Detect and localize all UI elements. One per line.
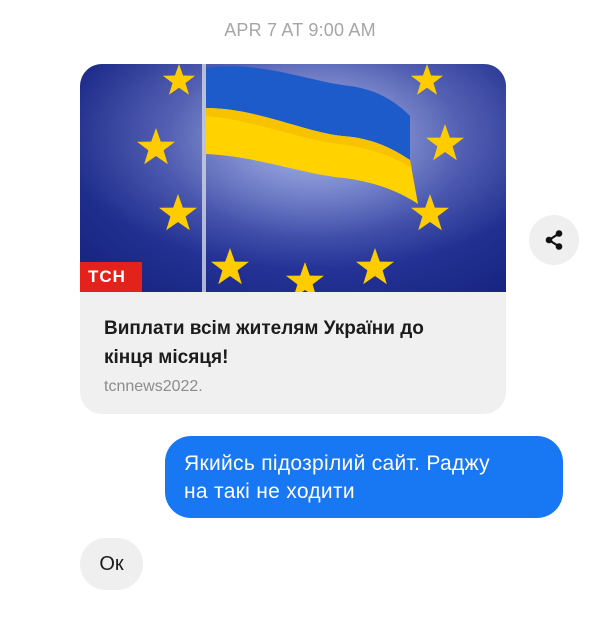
flag-pole [202, 64, 206, 292]
link-preview-domain: tcnnews2022. [104, 378, 203, 395]
chat-screen: APR 7 AT 9:00 AM ТСН Виплати всім жителя… [0, 0, 600, 619]
link-preview-title: Виплати всім жителям України до кінця мі… [104, 314, 484, 372]
link-preview-card[interactable]: ТСН Виплати всім жителям України до кінц… [80, 64, 506, 414]
eu-ukraine-flags-illustration [80, 64, 506, 292]
incoming-message-bubble[interactable]: Ок [80, 538, 143, 590]
outgoing-message-line1: Якийсь підозрілий сайт. Раджу [184, 452, 490, 475]
outgoing-message-bubble[interactable]: Якийсь підозрілий сайт. Раджу на такі не… [165, 436, 563, 518]
link-preview-image: ТСН [80, 64, 506, 292]
tcn-logo: ТСН [80, 262, 142, 292]
outgoing-message-line2: на такі не ходити [184, 480, 355, 503]
link-preview-body: Виплати всім жителям України до кінця мі… [80, 292, 506, 396]
link-preview-title-line1: Виплати всім жителям України до [104, 318, 424, 339]
incoming-message-text: Ок [99, 553, 124, 575]
message-timestamp: APR 7 AT 9:00 AM [224, 20, 376, 40]
share-button[interactable] [529, 215, 579, 265]
share-icon [545, 230, 563, 250]
link-preview-title-line2: кінця місяця! [104, 347, 229, 368]
